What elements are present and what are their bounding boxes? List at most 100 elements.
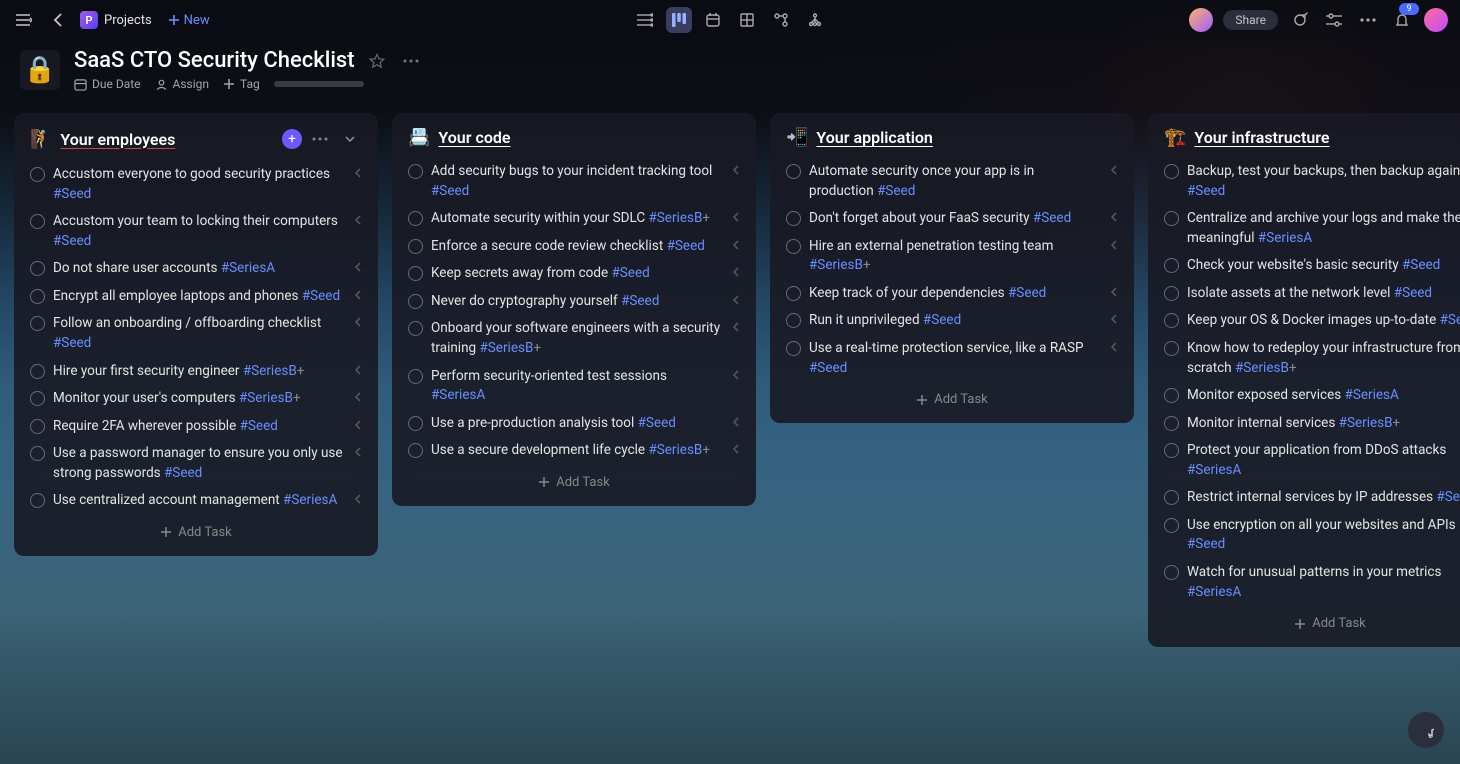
extra-tag-indicator[interactable]: +: [297, 363, 305, 379]
task-item[interactable]: Hire an external penetration testing tea…: [776, 233, 1128, 280]
task-item[interactable]: Centralize and archive your logs and mak…: [1154, 205, 1460, 252]
chevron-left-icon[interactable]: [354, 364, 362, 376]
task-item[interactable]: Follow an onboarding / offboarding check…: [20, 310, 372, 357]
task-checkbox[interactable]: [786, 341, 801, 356]
task-item[interactable]: Protect your application from DDoS attac…: [1154, 437, 1460, 484]
task-tag[interactable]: #SeriesB: [239, 390, 293, 406]
column-title[interactable]: Your application: [816, 128, 1118, 147]
chevron-left-icon[interactable]: [354, 167, 362, 179]
column-header[interactable]: 🧗Your employees+: [20, 123, 372, 161]
user-avatar[interactable]: [1424, 8, 1448, 32]
task-item[interactable]: Use encryption on all your websites and …: [1154, 512, 1460, 559]
task-tag[interactable]: #SeriesB: [648, 210, 702, 226]
task-tag[interactable]: #Seed: [1033, 210, 1071, 226]
task-checkbox[interactable]: [1164, 565, 1179, 580]
task-checkbox[interactable]: [1164, 286, 1179, 301]
extra-tag-indicator[interactable]: +: [1289, 360, 1297, 376]
task-checkbox[interactable]: [30, 289, 45, 304]
task-item[interactable]: Use centralized account management #Seri…: [20, 487, 372, 515]
favorite-icon[interactable]: [365, 49, 389, 73]
task-checkbox[interactable]: [30, 446, 45, 461]
task-tag[interactable]: #Seed: [1187, 183, 1225, 199]
task-item[interactable]: Encrypt all employee laptops and phones …: [20, 283, 372, 311]
task-item[interactable]: Watch for unusual patterns in your metri…: [1154, 559, 1460, 606]
task-tag[interactable]: #Seed: [53, 186, 91, 202]
more-icon[interactable]: [1356, 8, 1380, 32]
task-tag[interactable]: #SeriesA: [283, 492, 337, 508]
task-item[interactable]: Monitor your user's computers #SeriesB+: [20, 385, 372, 413]
task-item[interactable]: Perform security-oriented test sessions …: [398, 363, 750, 410]
task-checkbox[interactable]: [1164, 443, 1179, 458]
chevron-left-icon[interactable]: [354, 316, 362, 328]
chevron-left-icon[interactable]: [354, 493, 362, 505]
task-checkbox[interactable]: [1164, 313, 1179, 328]
updates-icon[interactable]: [1288, 8, 1312, 32]
task-checkbox[interactable]: [786, 286, 801, 301]
task-checkbox[interactable]: [1164, 164, 1179, 179]
extra-tag-indicator[interactable]: +: [293, 390, 301, 406]
chevron-left-icon[interactable]: [354, 419, 362, 431]
task-tag[interactable]: #Seed: [667, 238, 705, 254]
task-item[interactable]: Add security bugs to your incident track…: [398, 158, 750, 205]
view-graph-icon[interactable]: [768, 7, 794, 33]
task-tag[interactable]: #Seed: [1440, 312, 1460, 328]
task-item[interactable]: Isolate assets at the network level #See…: [1154, 280, 1460, 308]
task-tag[interactable]: #SeriesB: [1339, 415, 1393, 431]
task-tag[interactable]: #Seed: [923, 312, 961, 328]
task-checkbox[interactable]: [1164, 518, 1179, 533]
add-task-button[interactable]: Add Task: [20, 515, 372, 550]
task-item[interactable]: Don't forget about your FaaS security #S…: [776, 205, 1128, 233]
task-checkbox[interactable]: [408, 266, 423, 281]
task-checkbox[interactable]: [1164, 211, 1179, 226]
chevron-left-icon[interactable]: [732, 164, 740, 176]
task-tag[interactable]: #Seed: [164, 465, 202, 481]
column-title[interactable]: Your employees: [60, 130, 274, 149]
task-checkbox[interactable]: [1164, 490, 1179, 505]
title-more-icon[interactable]: [399, 49, 423, 73]
task-item[interactable]: Require 2FA wherever possible #Seed: [20, 413, 372, 441]
task-tag[interactable]: #Seed: [1008, 285, 1046, 301]
task-checkbox[interactable]: [30, 391, 45, 406]
task-item[interactable]: Accustom your team to locking their comp…: [20, 208, 372, 255]
chevron-left-icon[interactable]: [1110, 164, 1118, 176]
task-checkbox[interactable]: [786, 313, 801, 328]
chevron-left-icon[interactable]: [354, 446, 362, 458]
task-tag[interactable]: #SeriesB: [479, 340, 533, 356]
extra-tag-indicator[interactable]: +: [1393, 415, 1401, 431]
task-tag[interactable]: #Seed: [53, 335, 91, 351]
extra-tag-indicator[interactable]: +: [863, 257, 871, 273]
task-checkbox[interactable]: [1164, 388, 1179, 403]
task-tag[interactable]: #SeriesA: [221, 260, 275, 276]
chevron-left-icon[interactable]: [732, 369, 740, 381]
task-item[interactable]: Monitor exposed services #SeriesA: [1154, 382, 1460, 410]
task-checkbox[interactable]: [786, 164, 801, 179]
notification-icon[interactable]: [1390, 8, 1414, 32]
extra-tag-indicator[interactable]: +: [702, 442, 710, 458]
task-tag[interactable]: #SeriesB: [809, 257, 863, 273]
task-tag[interactable]: #SeriesB: [243, 363, 297, 379]
description-placeholder[interactable]: [274, 81, 364, 87]
task-item[interactable]: Automate security within your SDLC #Seri…: [398, 205, 750, 233]
chevron-left-icon[interactable]: [1110, 341, 1118, 353]
view-tree-icon[interactable]: [802, 7, 828, 33]
task-item[interactable]: Know how to redeploy your infrastructure…: [1154, 335, 1460, 382]
chevron-left-icon[interactable]: [732, 211, 740, 223]
task-checkbox[interactable]: [30, 167, 45, 182]
chevron-left-icon[interactable]: [354, 261, 362, 273]
task-tag[interactable]: #Seed: [621, 293, 659, 309]
task-checkbox[interactable]: [30, 493, 45, 508]
task-tag[interactable]: #SeriesB: [1235, 360, 1289, 376]
tag-button[interactable]: Tag: [223, 77, 260, 91]
column-header[interactable]: 📲Your application: [776, 123, 1128, 158]
task-tag[interactable]: #Seed: [1394, 285, 1432, 301]
task-item[interactable]: Restrict internal services by IP address…: [1154, 484, 1460, 512]
task-checkbox[interactable]: [30, 364, 45, 379]
task-checkbox[interactable]: [30, 261, 45, 276]
chat-fab[interactable]: [1408, 712, 1444, 748]
chevron-left-icon[interactable]: [732, 443, 740, 455]
task-checkbox[interactable]: [786, 211, 801, 226]
task-checkbox[interactable]: [408, 416, 423, 431]
settings-icon[interactable]: [1322, 8, 1346, 32]
task-item[interactable]: Run it unprivileged #Seed: [776, 307, 1128, 335]
column-more-icon[interactable]: [308, 127, 332, 151]
